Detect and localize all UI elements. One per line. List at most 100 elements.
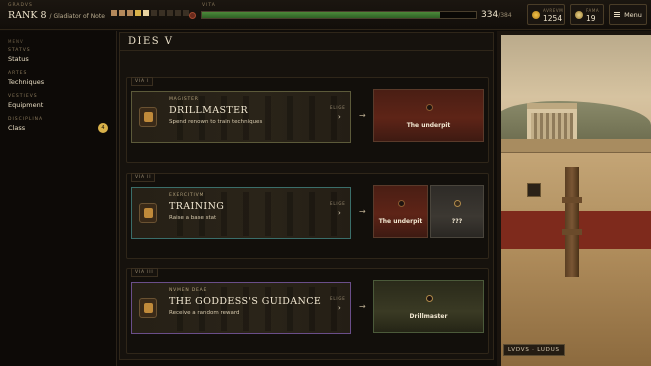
- menu-button-label: Menu: [624, 10, 642, 19]
- path-label: VIA I: [131, 77, 154, 86]
- destination-card[interactable]: The underpit: [373, 89, 484, 142]
- sidebar-item-latin: ARTES: [8, 71, 28, 76]
- choice-description: Receive a random reward: [169, 310, 240, 316]
- class-points-badge: 4: [98, 123, 108, 133]
- helmet-icon: [398, 200, 405, 207]
- rank-pip: [111, 10, 117, 16]
- destination-card[interactable]: The underpit: [373, 185, 428, 238]
- rank-value: RANK 8: [8, 10, 47, 21]
- right-arrow-icon: →: [359, 207, 366, 216]
- top-bar: GRADVS RANK 8 / Gladiator of Note VITA 3…: [0, 0, 651, 30]
- destination-card[interactable]: Drillmaster: [373, 280, 484, 333]
- sidebar-item-label: Techniques: [8, 78, 45, 86]
- aureus-counter: AVREVM 1254: [527, 4, 565, 25]
- dagger-icon: [454, 200, 461, 207]
- temple: [527, 103, 577, 141]
- chevron-right-icon: ›: [338, 304, 341, 312]
- path-label: VIA III: [131, 268, 158, 277]
- figure-icon: [426, 295, 433, 302]
- destination-name: The underpit: [406, 122, 451, 129]
- drillmaster-choice-card[interactable]: MAGISTER DRILLMASTER Spend renown to tra…: [131, 91, 351, 143]
- sidebar-item-equipment[interactable]: VESTIEVS Equipment: [8, 94, 112, 109]
- wall-top: [497, 139, 651, 153]
- sidebar-item-label: Status: [8, 55, 29, 63]
- destination-name: ???: [451, 218, 463, 225]
- wall-window: [527, 183, 541, 197]
- path-via-2: VIA II EXERCITIVM TRAINING Raise a base …: [126, 173, 489, 259]
- path-via-1: VIA I MAGISTER DRILLMASTER Spend renown …: [126, 77, 489, 163]
- choice-title: THE GODDESS'S GUIDANCE: [169, 296, 322, 307]
- choice-title: DRILLMASTER: [169, 105, 249, 116]
- figure-icon: [139, 203, 157, 223]
- aureus-label: AVREVM: [543, 8, 564, 13]
- sidebar-item-latin: DISCIPLINA: [8, 117, 44, 122]
- helmet-icon: [426, 104, 433, 111]
- sidebar: MENV STATVS Status ARTES Techniques VEST…: [0, 31, 117, 366]
- sidebar-item-label: Class: [8, 124, 26, 132]
- sidebar-item-techniques[interactable]: ARTES Techniques: [8, 71, 112, 86]
- rank-pip: [167, 10, 173, 16]
- sidebar-item-latin: STATVS: [8, 48, 31, 53]
- background-figures: [177, 287, 337, 331]
- scene-frame: [497, 31, 651, 35]
- rank-pip: [175, 10, 181, 16]
- rank-pip: [151, 10, 157, 16]
- vita-health-fill: [202, 12, 441, 18]
- rank-pip: [135, 10, 141, 16]
- choose-label: ELIGE: [330, 201, 346, 206]
- rank-pip: [127, 10, 133, 16]
- vita-health-bar: [201, 11, 477, 19]
- sidebar-item-class[interactable]: DISCIPLINA Class: [8, 117, 112, 132]
- vita-current: 334: [481, 10, 499, 20]
- rank-progress-pips: [111, 10, 189, 16]
- choose-label: ELIGE: [330, 296, 346, 301]
- right-arrow-icon: →: [359, 302, 366, 311]
- treasure-chest-icon: [139, 298, 157, 318]
- chevron-right-icon: ›: [338, 209, 341, 217]
- scroll-icon: [139, 107, 157, 127]
- rank-title: / Gladiator of Note: [49, 13, 105, 20]
- destination-card-unknown[interactable]: ???: [430, 185, 484, 238]
- path-label: VIA II: [131, 173, 156, 182]
- choice-kicker: NVMEN DEAE: [169, 288, 208, 293]
- fama-value: 19: [586, 14, 596, 23]
- fama-label: FAMA: [586, 8, 600, 13]
- path-via-3: VIA III NVMEN DEAE THE GODDESS'S GUIDANC…: [126, 268, 489, 354]
- choose-label: ELIGE: [330, 105, 346, 110]
- choice-description: Raise a base stat: [169, 215, 217, 221]
- menu-button[interactable]: Menu: [609, 4, 647, 25]
- rank-pip: [143, 10, 149, 16]
- rank-pip: [159, 10, 165, 16]
- heart-icon: [189, 12, 196, 19]
- coin-icon: [532, 11, 540, 19]
- rank-display: RANK 8 / Gladiator of Note: [8, 10, 105, 21]
- destination-name: The underpit: [378, 218, 423, 225]
- sidebar-item-status[interactable]: STATVS Status: [8, 48, 112, 63]
- vita-max: /384: [498, 12, 512, 19]
- goddess-guidance-choice-card[interactable]: NVMEN DEAE THE GODDESS'S GUIDANCE Receiv…: [131, 282, 351, 334]
- laurel-icon: [575, 11, 583, 19]
- aureus-value: 1254: [543, 14, 563, 23]
- scene-frame: [497, 31, 501, 366]
- choice-kicker: MAGISTER: [169, 97, 199, 102]
- scene-location-label: LVDVS · LUDUS: [503, 344, 565, 356]
- training-choice-card[interactable]: EXERCITIVM TRAINING Raise a base stat EL…: [131, 187, 351, 239]
- day-title: DIES V: [128, 36, 174, 47]
- vita-readout: 334/384: [481, 10, 512, 20]
- background-figures: [177, 192, 337, 236]
- sidebar-item-latin: VESTIEVS: [8, 94, 38, 99]
- fama-counter: FAMA 19: [570, 4, 604, 25]
- rank-pip: [119, 10, 125, 16]
- choice-kicker: EXERCITIVM: [169, 193, 205, 198]
- divider: [120, 50, 493, 51]
- sidebar-item-label: Equipment: [8, 101, 44, 109]
- choice-title: TRAINING: [169, 201, 225, 212]
- background-figures: [177, 96, 337, 140]
- sidebar-heading: MENV: [8, 39, 24, 44]
- vita-label: VITA: [202, 3, 216, 8]
- chevron-right-icon: ›: [338, 113, 341, 121]
- day-panel: DIES V VIA I MAGISTER DRILLMASTER Spend …: [119, 32, 494, 360]
- training-post: [562, 167, 582, 277]
- hamburger-icon: [614, 12, 621, 17]
- grade-label: GRADVS: [8, 3, 33, 8]
